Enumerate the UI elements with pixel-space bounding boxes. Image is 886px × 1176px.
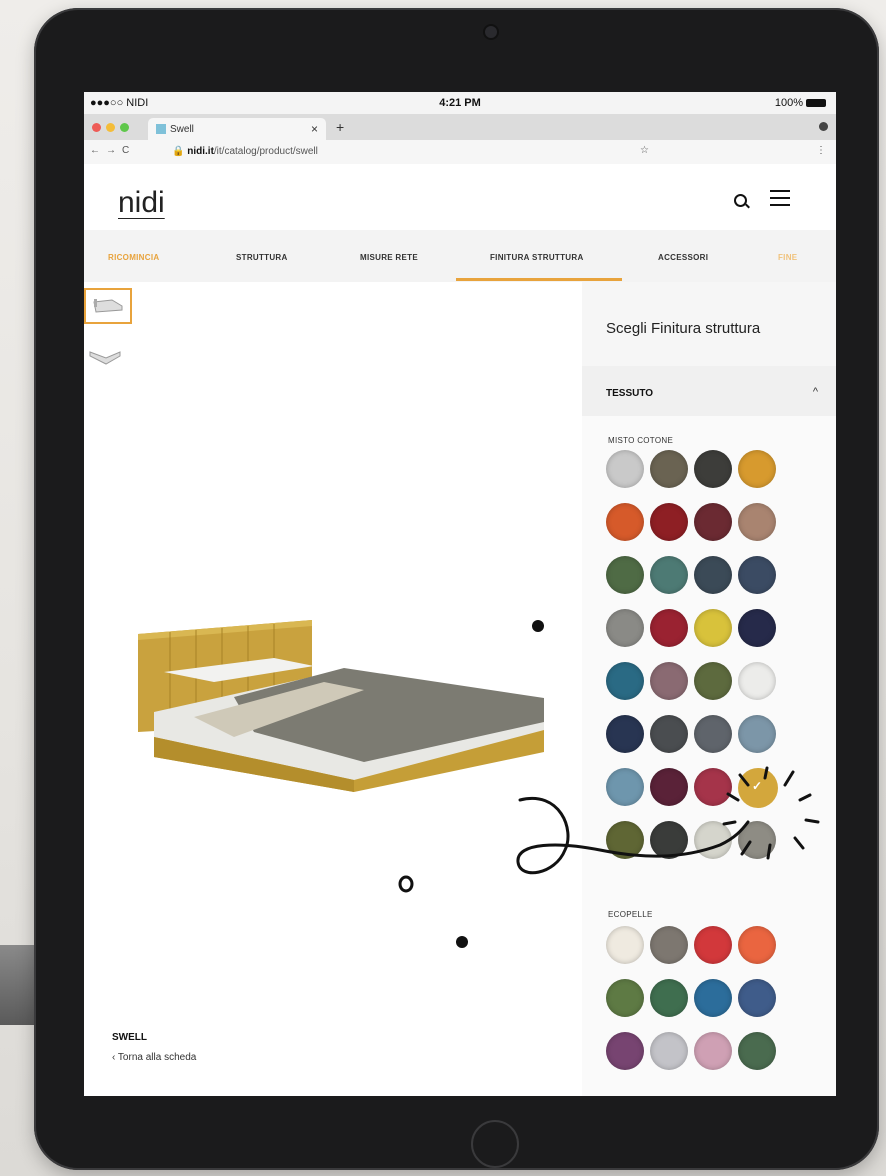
browser-tab-strip: Swell × +: [84, 114, 836, 140]
color-swatch[interactable]: [738, 979, 776, 1017]
color-swatch[interactable]: [606, 503, 644, 541]
color-swatch[interactable]: [738, 926, 776, 964]
color-swatch[interactable]: [606, 768, 644, 806]
step-finitura-struttura[interactable]: FINITURA STRUTTURA: [490, 253, 584, 262]
battery-indicator: 100%: [775, 97, 826, 109]
swatch-list: MISTO COTONE ECOPELLE: [582, 416, 836, 1096]
color-swatch[interactable]: [738, 609, 776, 647]
section-ecopelle: ECOPELLE: [608, 910, 653, 919]
site-header: nidi: [84, 164, 836, 230]
color-swatch[interactable]: [606, 926, 644, 964]
ios-status-bar: ●●●○○ NIDI 4:21 PM 100%: [84, 92, 836, 114]
url-field[interactable]: 🔒 nidi.it/it/catalog/product/swell: [172, 146, 318, 157]
active-step-indicator: [456, 278, 622, 281]
color-swatch[interactable]: [606, 715, 644, 753]
step-ricomincia[interactable]: RICOMINCIA: [108, 253, 159, 262]
tablet-screen: ●●●○○ NIDI 4:21 PM 100% Swell × + ←→C 🔒 …: [84, 92, 836, 1096]
color-swatch[interactable]: [738, 821, 776, 859]
color-swatch[interactable]: [650, 1032, 688, 1070]
color-swatch[interactable]: [606, 450, 644, 488]
hamburger-menu-icon[interactable]: [770, 190, 790, 206]
configurator-steps: RICOMINCIA STRUTTURA MISURE RETE FINITUR…: [84, 230, 836, 282]
color-swatch[interactable]: [650, 821, 688, 859]
color-swatch[interactable]: [694, 768, 732, 806]
minimize-window-icon[interactable]: [106, 123, 115, 132]
color-swatch[interactable]: [650, 979, 688, 1017]
maximize-window-icon[interactable]: [120, 123, 129, 132]
color-swatch[interactable]: [694, 662, 732, 700]
color-swatch[interactable]: [694, 503, 732, 541]
clock: 4:21 PM: [439, 97, 481, 109]
color-swatch[interactable]: [738, 1032, 776, 1070]
url-host: nidi.it: [187, 146, 214, 157]
close-tab-icon[interactable]: ×: [311, 122, 318, 136]
browser-tab-swell[interactable]: Swell ×: [148, 118, 326, 140]
color-swatch[interactable]: [650, 715, 688, 753]
color-swatch[interactable]: [650, 768, 688, 806]
color-swatch[interactable]: [738, 503, 776, 541]
site-logo[interactable]: nidi: [118, 186, 165, 220]
bookmark-star-icon[interactable]: ☆: [640, 145, 649, 156]
color-swatch[interactable]: [606, 979, 644, 1017]
accordion-tessuto[interactable]: TESSUTO ^: [582, 366, 836, 416]
search-icon[interactable]: [734, 194, 747, 207]
color-swatch[interactable]: [694, 1032, 732, 1070]
battery-percent: 100%: [774, 97, 803, 109]
browser-menu-icon[interactable]: ⋮: [816, 145, 826, 156]
color-swatch[interactable]: [694, 979, 732, 1017]
color-swatch[interactable]: [606, 556, 644, 594]
accordion-label: TESSUTO: [606, 388, 654, 399]
color-swatch[interactable]: [738, 556, 776, 594]
color-swatch[interactable]: [738, 662, 776, 700]
finish-panel: Scegli Finitura struttura TESSUTO ^ MIST…: [582, 282, 836, 1096]
color-swatch[interactable]: [650, 556, 688, 594]
section-misto-cotone: MISTO COTONE: [608, 436, 674, 445]
home-button[interactable]: [471, 1120, 519, 1168]
tab-title: Swell: [170, 124, 194, 135]
color-swatch[interactable]: [650, 662, 688, 700]
favicon-icon: [156, 124, 166, 134]
product-name: SWELL: [112, 1032, 147, 1043]
step-accessori[interactable]: ACCESSORI: [658, 253, 708, 262]
step-misure-rete[interactable]: MISURE RETE: [360, 253, 418, 262]
color-swatch[interactable]: [694, 609, 732, 647]
url-path: /it/catalog/product/swell: [213, 146, 318, 157]
back-to-product-link[interactable]: ‹ Torna alla scheda: [112, 1052, 196, 1063]
panel-title: Scegli Finitura struttura: [606, 320, 761, 337]
color-swatch[interactable]: [650, 450, 688, 488]
color-swatch[interactable]: [738, 715, 776, 753]
color-swatch[interactable]: [606, 1032, 644, 1070]
address-bar: ←→C 🔒 nidi.it/it/catalog/product/swell ☆…: [84, 140, 836, 165]
swatch-selected[interactable]: [738, 768, 778, 808]
color-swatch[interactable]: [694, 926, 732, 964]
chevron-up-icon: ^: [812, 386, 818, 398]
color-swatch[interactable]: [650, 926, 688, 964]
nav-buttons[interactable]: ←→C: [90, 145, 135, 156]
profile-icon[interactable]: [819, 122, 828, 131]
new-tab-icon[interactable]: +: [336, 119, 344, 135]
battery-icon: [806, 99, 826, 108]
color-swatch[interactable]: [650, 609, 688, 647]
view-thumbnail-front[interactable]: [84, 288, 132, 324]
color-swatch[interactable]: [606, 821, 644, 859]
color-swatch[interactable]: [694, 556, 732, 594]
step-fine[interactable]: FINE: [778, 253, 797, 262]
color-swatch[interactable]: [694, 821, 732, 859]
color-swatch[interactable]: [606, 609, 644, 647]
camera-icon: [485, 26, 497, 38]
view-thumbnail-angle[interactable]: [84, 338, 132, 374]
color-swatch[interactable]: [694, 450, 732, 488]
bed-render: [138, 620, 544, 792]
color-swatch[interactable]: [738, 450, 776, 488]
color-swatch[interactable]: [606, 662, 644, 700]
color-swatch[interactable]: [694, 715, 732, 753]
color-swatch[interactable]: [650, 503, 688, 541]
step-struttura[interactable]: STRUTTURA: [236, 253, 288, 262]
close-window-icon[interactable]: [92, 123, 101, 132]
